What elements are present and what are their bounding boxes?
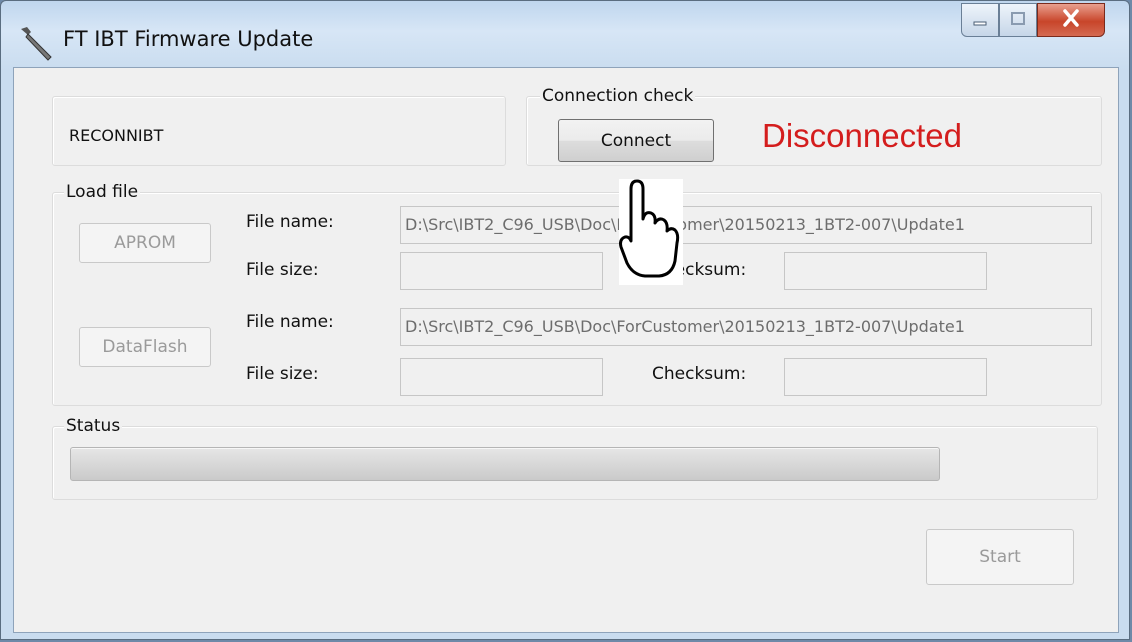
start-button[interactable]: Start: [926, 529, 1074, 585]
status-group-label: Status: [64, 416, 123, 436]
dataflash-button[interactable]: DataFlash: [79, 327, 211, 367]
close-icon: [1061, 9, 1081, 31]
aprom-file-size-label: File size:: [246, 260, 319, 280]
client-area: RECONNIBT Connection check Connect Disco…: [13, 67, 1119, 633]
dataflash-file-name-label: File name:: [246, 312, 334, 332]
connect-button[interactable]: Connect: [558, 119, 714, 162]
app-window: FT IBT Firmware Update RECONNIBT Connect…: [0, 0, 1130, 640]
minimize-icon: [972, 11, 988, 30]
dataflash-file-name-field[interactable]: D:\Src\IBT2_C96_USB\Doc\ForCustomer\2015…: [400, 308, 1092, 346]
wrench-icon: [15, 23, 59, 63]
dataflash-checksum-label: Checksum:: [652, 364, 747, 384]
hand-pointer-icon: [619, 179, 683, 285]
caption-buttons: [961, 3, 1105, 37]
dataflash-checksum-field[interactable]: [784, 358, 987, 396]
connection-status: Disconnected: [762, 117, 962, 154]
connection-group-label: Connection check: [540, 86, 696, 106]
device-name: RECONNIBT: [69, 126, 164, 145]
dataflash-file-size-label: File size:: [246, 364, 319, 384]
aprom-button[interactable]: APROM: [79, 223, 211, 263]
minimize-button[interactable]: [961, 3, 999, 37]
dataflash-file-size-field[interactable]: [400, 358, 603, 396]
aprom-file-name-field[interactable]: D:\Src\IBT2_C96_USB\Doc\ForCustomer\2015…: [400, 206, 1092, 244]
aprom-file-size-field[interactable]: [400, 252, 603, 290]
close-button[interactable]: [1037, 3, 1105, 37]
maximize-icon: [1010, 11, 1026, 30]
aprom-checksum-field[interactable]: [784, 252, 987, 290]
maximize-button[interactable]: [999, 3, 1037, 37]
window-title: FT IBT Firmware Update: [63, 27, 314, 51]
aprom-file-name-label: File name:: [246, 212, 334, 232]
load-file-group-label: Load file: [64, 182, 141, 202]
progress-bar: [70, 447, 940, 481]
title-bar[interactable]: FT IBT Firmware Update: [1, 1, 1129, 77]
